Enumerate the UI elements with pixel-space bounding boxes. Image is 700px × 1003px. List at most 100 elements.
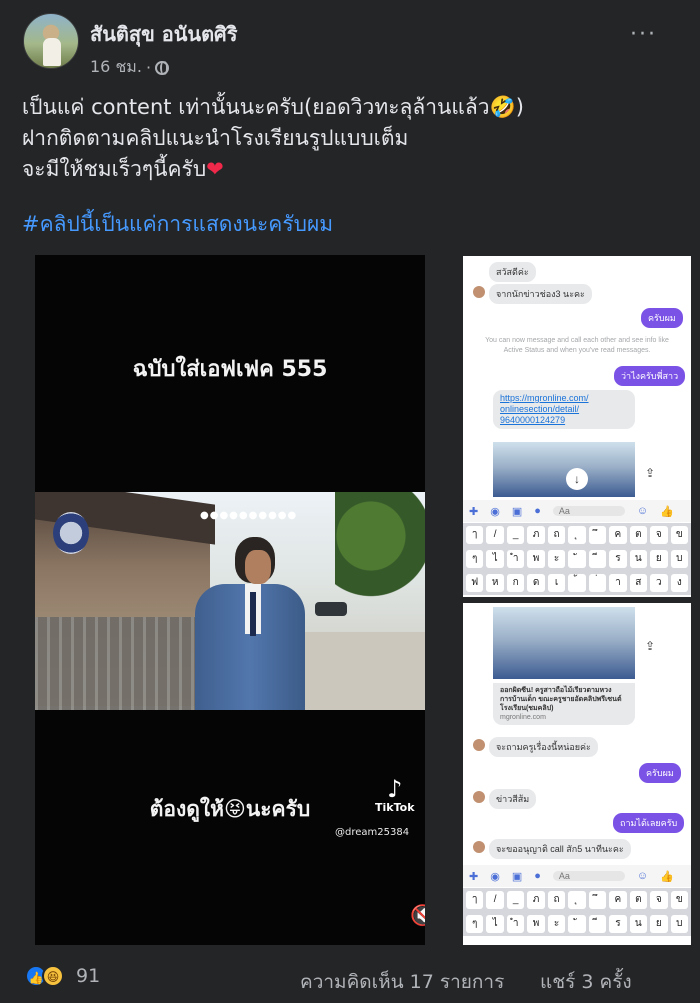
key[interactable]: ๆ <box>466 915 484 933</box>
plus-icon[interactable]: ✚ <box>469 505 478 518</box>
share-icon[interactable]: ⇪ <box>645 466 655 480</box>
key[interactable]: ก <box>506 574 525 592</box>
key[interactable]: ะ <box>547 550 566 568</box>
key[interactable]: น <box>629 550 648 568</box>
key[interactable]: ี <box>588 915 607 933</box>
message-input[interactable]: Aa <box>552 506 625 516</box>
like-icon[interactable]: 👍 <box>660 870 674 883</box>
key[interactable]: ะ <box>547 915 566 933</box>
key[interactable]: ั <box>568 915 586 933</box>
key[interactable]: ุ <box>568 526 586 544</box>
comments-count[interactable]: ความคิดเห็น 17 รายการ <box>300 967 504 997</box>
key[interactable]: _ <box>506 526 525 544</box>
chat-reply: ว่าไงครับพี่สาว <box>614 366 686 386</box>
image-icon[interactable]: ▣ <box>512 870 522 883</box>
key[interactable]: ึ <box>588 526 607 544</box>
key[interactable]: ต <box>629 891 648 909</box>
link-line[interactable]: onlinesection/detail/ <box>500 404 628 415</box>
author-name[interactable]: สันติสุข อนันตศิริ <box>90 18 238 50</box>
key[interactable]: ว <box>650 574 668 592</box>
key[interactable]: ุ <box>568 891 586 909</box>
message-toolbar: ✚ ◉ ▣ ● Aa ☺ 👍 <box>463 865 691 887</box>
key[interactable]: ึ <box>588 891 607 909</box>
more-options-button[interactable]: ··· <box>630 22 657 47</box>
chat-screenshot-2[interactable]: ⇪ ออกผิดซีน! ครูสาวถือไม้เรียวตามหวงการบ… <box>463 603 691 945</box>
key[interactable]: ถ <box>547 526 566 544</box>
camera-icon[interactable]: ◉ <box>490 505 500 518</box>
key[interactable]: ไ <box>486 550 504 568</box>
key[interactable]: / <box>486 526 504 544</box>
key[interactable]: ย <box>650 915 668 933</box>
key[interactable]: ด <box>527 574 545 592</box>
key[interactable]: น <box>629 915 648 933</box>
key[interactable]: ๆ <box>466 550 484 568</box>
key[interactable]: จ <box>650 891 668 909</box>
key[interactable]: ร <box>609 550 627 568</box>
post-time[interactable]: 16 ชม. <box>90 55 142 80</box>
key[interactable]: ค <box>609 526 627 544</box>
key[interactable]: ต <box>629 526 648 544</box>
message-toolbar: ✚ ◉ ▣ ● Aa ☺ 👍 <box>463 500 691 522</box>
camera-icon[interactable]: ◉ <box>490 870 500 883</box>
meta-separator: · <box>145 58 152 77</box>
emoji-icon[interactable]: ☺ <box>637 870 648 882</box>
message-input[interactable]: Aa <box>552 871 625 881</box>
key[interactable]: ฟ <box>466 574 484 592</box>
key[interactable]: ย <box>650 550 668 568</box>
reactions-summary[interactable]: 👍 😆 91 <box>25 965 100 987</box>
image-icon[interactable]: ▣ <box>512 505 522 518</box>
key[interactable]: า <box>609 574 627 592</box>
avatar <box>473 791 485 803</box>
link-preview-card[interactable]: https://mgronline.com/ onlinesection/det… <box>493 390 635 429</box>
mute-icon[interactable]: 🔇 <box>410 903 425 927</box>
key[interactable]: ั <box>568 550 586 568</box>
key[interactable]: ข <box>670 891 688 909</box>
haha-reaction-icon: 😆 <box>42 965 64 987</box>
key[interactable]: _ <box>506 891 525 909</box>
author-avatar[interactable] <box>23 13 79 69</box>
plus-icon[interactable]: ✚ <box>469 870 478 883</box>
key[interactable]: ๅ <box>466 526 484 544</box>
key[interactable]: ส <box>629 574 648 592</box>
key[interactable]: ำ <box>506 915 525 933</box>
key[interactable]: ค <box>609 891 627 909</box>
key[interactable]: บ <box>670 550 688 568</box>
key[interactable]: ้ <box>568 574 586 592</box>
key[interactable]: ถ <box>547 891 566 909</box>
chat-screenshot-1[interactable]: สวัสดีค่ะ จากนักข่าวช่อง3 นะคะ ครับผม Yo… <box>463 256 691 597</box>
link-line[interactable]: https://mgronline.com/ <box>500 393 628 404</box>
key[interactable]: ่ <box>588 574 607 592</box>
key[interactable]: พ <box>527 915 545 933</box>
mic-icon[interactable]: ● <box>534 505 541 517</box>
link-line[interactable]: 9640000124279 <box>500 415 628 426</box>
link-thumbnail[interactable] <box>493 442 635 497</box>
avatar <box>473 841 485 853</box>
key[interactable]: เ <box>547 574 566 592</box>
emoji-icon[interactable]: ☺ <box>637 505 648 517</box>
video-player[interactable]: ฉบับใส่เอฟเฟค 555 ●●●●●●●●●● ต้องดูให้😝น… <box>35 255 425 945</box>
key[interactable]: บ <box>670 915 688 933</box>
key[interactable]: ไ <box>486 915 504 933</box>
key[interactable]: ำ <box>506 550 525 568</box>
article-card[interactable]: ออกผิดซีน! ครูสาวถือไม้เรียวตามหวงการบ้า… <box>493 683 635 725</box>
key[interactable]: ภ <box>527 891 545 909</box>
key[interactable]: ข <box>670 526 688 544</box>
like-icon[interactable]: 👍 <box>660 505 674 518</box>
share-icon[interactable]: ⇪ <box>645 639 655 653</box>
key[interactable]: ร <box>609 915 627 933</box>
download-icon[interactable]: ↓ <box>566 468 588 490</box>
article-thumbnail[interactable] <box>493 607 635 679</box>
key[interactable]: จ <box>650 526 668 544</box>
shares-count[interactable]: แชร์ 3 ครั้ง <box>540 967 632 997</box>
key[interactable]: ห <box>486 574 504 592</box>
key[interactable]: ี <box>588 550 607 568</box>
hashtag-link[interactable]: #คลิปนี้เป็นแค่การแสดงนะครับผม <box>22 208 333 241</box>
key[interactable]: ๅ <box>466 891 484 909</box>
key[interactable]: ภ <box>527 526 545 544</box>
key[interactable]: / <box>486 891 504 909</box>
mic-icon[interactable]: ● <box>534 870 541 882</box>
key[interactable]: ง <box>670 574 688 592</box>
scene-dots: ●●●●●●●●●● <box>200 510 298 521</box>
key[interactable]: พ <box>527 550 545 568</box>
reaction-count[interactable]: 91 <box>76 965 100 987</box>
